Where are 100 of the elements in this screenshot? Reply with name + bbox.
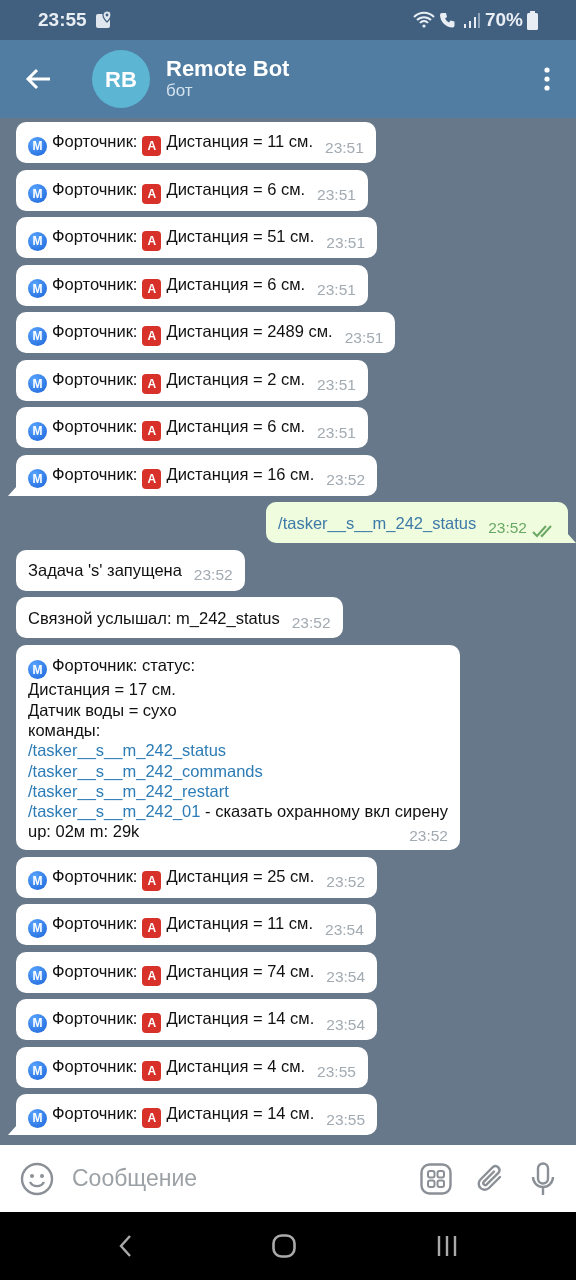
message-time: 23:51 [325,137,364,158]
sender-name: Форточник: [52,914,138,932]
sender-name: Форточник: [52,1104,138,1122]
message-time: 23:51 [317,185,356,206]
sender-name: Форточник: [52,1009,138,1027]
back-button[interactable] [24,67,52,91]
wifi-icon [412,11,435,29]
message-line: up: 02м m: 29k [28,822,140,841]
command-link[interactable]: /tasker__s__m_242_status [278,513,477,532]
a-emoji: A [142,965,162,986]
sender-name: Форточник: [52,417,138,436]
a-emoji: A [142,1013,162,1033]
battery-percent: 70% [484,7,523,32]
message-line: Дистанция = 17 см. [28,680,176,699]
message-text: Связной услышал: m_242_status [28,608,280,627]
bot-menu-icon[interactable] [420,1162,452,1195]
a-emoji: A [142,278,162,299]
message-text: Дистанция = 14 см. [166,1009,315,1027]
m-emoji: M [28,374,47,394]
m-emoji: M [28,136,47,156]
chat-subtitle: бот [166,81,194,102]
message-line: команды: [28,720,101,739]
a-emoji: A [142,918,162,938]
emoji-icon[interactable] [20,1161,54,1196]
map-pin-icon [94,10,113,30]
message-time: 23:51 [317,422,356,443]
sender-name: Форточник: [52,866,138,885]
clock-time: 23:55 [38,7,87,32]
message-text: Дистанция = 2 см. [166,369,306,388]
a-emoji: A [142,1060,162,1081]
message-text: Задача 's' запущена [28,561,182,580]
message-text: Дистанция = 14 см. [166,1104,315,1122]
message-text: Дистанция = 74 см. [166,961,315,980]
m-emoji: M [28,1108,47,1128]
m-emoji: M [28,1061,47,1080]
m-emoji: M [28,966,47,985]
sender-name: Форточник: [52,132,138,151]
sender-name: Форточник: [52,369,138,388]
a-emoji: A [142,326,162,347]
message-time: 23:54 [326,967,366,987]
sender-name: Форточник: статус: [52,655,196,674]
battery-icon [527,10,538,30]
m-emoji: M [28,326,47,346]
back-nav-icon[interactable] [118,1234,132,1258]
command-link[interactable]: /tasker__s__m_242_status [28,741,227,760]
menu-icon [544,67,550,91]
a-emoji: A [142,373,162,394]
sender-name: Форточник: [52,227,138,246]
a-emoji: A [142,231,162,252]
a-emoji: A [142,421,162,442]
sender-name: Форточник: [52,961,138,980]
message-text: Дистанция = 11 см. [166,132,314,151]
chat-title: Remote Bot [166,56,291,82]
message-input[interactable]: Сообщение [70,1160,420,1197]
message-time: 23:55 [326,1109,366,1130]
command-link[interactable]: /tasker__s__m_242_01 [28,802,201,821]
message-text: Дистанция = 4 см. [166,1056,306,1075]
a-emoji: A [142,183,162,204]
message-time: 23:54 [326,1014,366,1035]
command-description: - сказать охранному вкл сирену [205,802,448,821]
microphone-icon[interactable] [530,1161,556,1196]
a-emoji: A [142,468,162,489]
message-text: Дистанция = 6 см. [166,179,306,198]
message-time: 23:51 [317,280,356,301]
home-nav-icon[interactable] [272,1234,296,1258]
message-text: Дистанция = 6 см. [166,274,306,293]
m-emoji: M [28,279,47,299]
m-emoji: M [28,231,47,251]
message-time: 23:51 [317,375,356,396]
message-text: Дистанция = 11 см. [166,914,314,932]
sender-name: Форточник: [52,464,138,483]
m-emoji: M [28,660,47,680]
command-link[interactable]: /tasker__s__m_242_commands [28,761,263,780]
m-emoji: M [28,421,47,441]
back-arrow-icon [24,67,52,91]
sender-name: Форточник: [52,274,138,293]
sender-name: Форточник: [52,1056,138,1075]
recents-nav-icon[interactable] [436,1235,458,1257]
message-time: 23:51 [326,232,366,253]
message-line: Датчик воды = сухо [28,700,177,719]
a-emoji: A [142,136,162,157]
message-text: Дистанция = 51 см. [166,227,315,246]
message-time: 23:55 [317,1062,356,1082]
sender-name: Форточник: [52,322,138,341]
message-time: 23:52 [326,872,366,892]
m-emoji: M [28,184,47,204]
message-text: Дистанция = 6 см. [166,417,306,436]
sender-name: Форточник: [52,179,138,198]
message-time: 23:52 [326,470,366,491]
m-emoji: M [28,469,47,489]
message-text: Дистанция = 2489 см. [166,322,333,341]
message-time: 23:51 [344,327,384,348]
command-link[interactable]: /tasker__s__m_242_restart [28,781,229,800]
message-time: 23:52 [291,612,331,633]
signal-icon [462,11,481,29]
m-emoji: M [28,918,47,938]
m-emoji: M [28,1013,47,1033]
message-time: 23:54 [325,919,364,940]
message-time: 23:52 [193,565,233,586]
message-time: 23:52 [409,825,448,846]
